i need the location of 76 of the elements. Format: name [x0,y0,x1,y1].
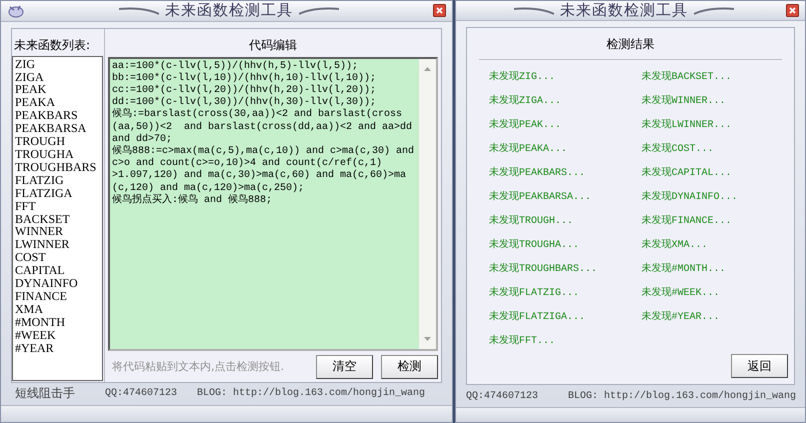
list-item[interactable]: LWINNER [15,238,100,252]
window-title: 未来函数检测工具 [560,1,688,20]
back-button[interactable]: 返回 [731,354,788,378]
result-text: 未发现PEAKBARSA... [489,190,592,205]
result-text: 未发现LWINNER... [642,118,733,133]
list-item[interactable]: FFT [15,200,100,213]
result-text: 未发现WINNER... [642,94,727,109]
code-line: 候鸟:=barslast(cross(30,aa))<2 and barslast(cross [112,109,404,122]
result-text: 未发现TROUGH... [489,214,574,229]
status-text: QQ:474607123 [105,388,178,400]
list-item[interactable]: FINANCE [15,290,100,303]
results-header: 检测结果 [606,36,656,53]
code-line: bb:=100*(c-llv(l,10))/(hhv(h,10)-llv(l,10)); [112,72,378,84]
result-text: 未发现XMA... [642,238,709,253]
code-line: dd:=100*(c-llv(l,30))/(hhv(h,30)-llv(l,30)); [112,97,378,108]
result-text: 未发现ZIG... [489,70,556,85]
result-text: 未发现FLATZIG... [489,286,580,301]
close-icon[interactable] [433,4,446,18]
result-text: 未发现TROUGHA... [489,238,580,253]
result-text: 未发现#YEAR... [642,310,721,325]
list-item[interactable]: ZIG [15,58,100,71]
close-icon[interactable] [786,4,799,17]
result-text: 未发现PEAKBARS... [489,166,586,181]
result-text: 未发现PEAKA... [489,142,568,157]
list-item[interactable]: PEAKA [15,96,100,110]
code-line: >1.097,120) and ma(c,30)>ma(c,60) and ma(c,60)>ma [112,170,408,182]
code-line: 候鸟拐点买入:候鸟 and 候鸟888; [112,194,274,208]
action-button[interactable]: 清空 [316,354,373,379]
action-button[interactable]: 检测 [381,354,438,379]
code-line: (c,120) and ma(c,120)>ma(c,250); [112,182,306,194]
list-item[interactable]: #MONTH [15,316,100,329]
result-text: 未发现ZIGA... [489,94,562,109]
list-header: 未来函数列表: [13,36,92,54]
list-item[interactable]: PEAK [15,83,100,96]
hint-text: 将代码粘贴到文本内,点击检测按钮. [111,359,285,374]
code-line: 候鸟888:=c>max(ma(c,5),ma(c,10)) and c>ma(c,30) and [112,146,416,158]
window-title: 未来函数检测工具 [165,1,293,20]
status-text: BLOG: http://blog.163.com/hongjin_wang [568,390,796,402]
result-text: 未发现FLATZIGA... [489,310,586,325]
list-item[interactable]: COST [15,251,100,264]
list-item[interactable]: PEAKBARS [15,109,100,122]
code-line: cc:=100*(c-llv(l,20))/(hhv(h,20)-llv(l,20)); [112,85,378,96]
list-item[interactable]: #YEAR [15,342,100,354]
editor-header: 代码编辑 [248,36,298,54]
result-text: 未发现CAPITAL... [642,166,733,181]
status-text: 短线阻击手 [15,385,76,402]
list-item[interactable]: #WEEK [15,328,100,342]
code-editor[interactable] [108,56,438,351]
list-item[interactable]: CAPITAL [15,264,100,278]
status-text: QQ:474607123 [466,390,538,402]
code-line: c>o and count(c>=o,10)>4 and count(c/ref(c,1) [112,158,384,170]
list-item[interactable]: FLATZIG [15,174,100,187]
list-item[interactable]: TROUGHBARS [15,160,100,174]
list-item[interactable]: XMA [15,302,100,316]
code-line: (aa,50))<2 and barslast(cross(dd,aa))<2 and aa>dd [112,122,414,134]
result-text: 未发现DYNAINFO... [642,190,739,205]
result-text: 未发现FFT... [489,334,556,349]
list-item[interactable]: TROUGH [15,135,100,148]
result-text: 未发现#WEEK... [642,286,721,301]
code-line: and dd>70; [112,134,174,145]
result-text: 未发现#MONTH... [642,262,727,277]
result-text: 未发现TROUGHBARS... [489,262,598,277]
list-item[interactable]: FLATZIGA [15,186,100,200]
list-item[interactable]: BACKSET [15,212,100,226]
list-item[interactable]: TROUGHA [15,148,100,161]
list-item[interactable]: ZIGA [15,70,100,84]
scrollbar-drawing[interactable] [419,58,436,349]
code-line: aa:=100*(c-llv(l,5))/(hhv(h,5)-llv(l,5)); [112,60,360,72]
list-item[interactable]: WINNER [15,225,100,238]
result-text: 未发现FINANCE... [642,214,733,229]
status-text: BLOG: http://blog.163.com/hongjin_wang [197,388,426,400]
list-item[interactable]: DYNAINFO [15,277,100,290]
list-item[interactable]: PEAKBARSA [15,122,100,136]
result-text: 未发现PEAK... [489,118,562,133]
result-text: 未发现COST... [642,142,715,157]
result-text: 未发现BACKSET... [642,70,733,85]
